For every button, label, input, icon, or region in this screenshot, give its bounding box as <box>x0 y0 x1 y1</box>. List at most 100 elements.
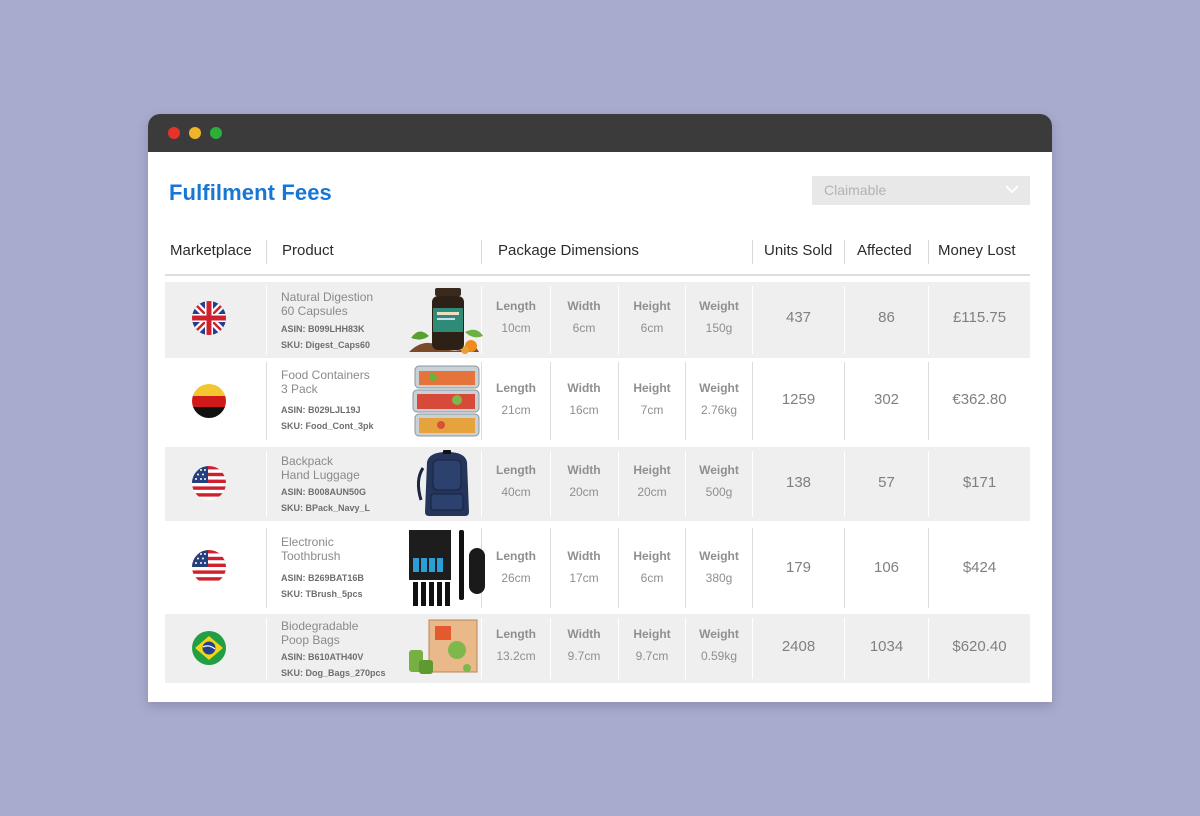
germany-flag-icon <box>192 384 226 418</box>
dimension-value: 13.2cm <box>496 649 536 663</box>
dimension-value: 500g <box>705 485 733 499</box>
dimension-value: 17cm <box>569 571 599 585</box>
dimension-label: Weight <box>699 381 739 395</box>
dimension-value: 16cm <box>569 403 599 417</box>
header-units-sold[interactable]: Units Sold <box>764 238 832 264</box>
product-name-line2: 60 Capsules <box>281 304 348 318</box>
units-sold-value: 2408 <box>781 638 816 655</box>
product-name-line1: Backpack <box>281 454 334 468</box>
dimension-label: Weight <box>699 549 739 563</box>
affected-value: 106 <box>873 559 900 576</box>
units-sold-value: 138 <box>785 474 812 491</box>
table-row[interactable]: Electronic Toothbrush ASIN: B269BAT16B S… <box>165 524 1030 612</box>
dimension-label: Width <box>567 549 601 563</box>
product-asin: ASIN: B610ATH40V <box>281 652 364 662</box>
dimension-width: Width 20cm <box>550 458 618 502</box>
product-sku: SKU: TBrush_5pcs <box>281 589 363 599</box>
table-row[interactable]: Natural Digestion 60 Capsules ASIN: B099… <box>165 282 1030 358</box>
dimension-weight: Weight 2.76kg <box>685 376 753 420</box>
dimension-value: 9.7cm <box>635 649 669 663</box>
dimension-label: Weight <box>699 463 739 477</box>
table-row[interactable]: Food Containers 3 Pack ASIN: B029LJL19J … <box>165 358 1030 444</box>
dimension-label: Width <box>567 627 601 641</box>
dimension-width: Width 16cm <box>550 376 618 420</box>
dimension-label: Length <box>496 299 536 313</box>
dimension-weight: Weight 150g <box>685 294 753 338</box>
dimension-label: Length <box>496 549 536 563</box>
dimension-weight: Weight 500g <box>685 458 753 502</box>
table-row[interactable]: Backpack Hand Luggage ASIN: B008AUN50G S… <box>165 447 1030 521</box>
dimension-value: 380g <box>705 571 733 585</box>
dimension-length: Length 40cm <box>482 458 550 502</box>
header-divider <box>928 240 929 264</box>
dimension-weight: Weight 380g <box>685 544 753 588</box>
dimension-value: 26cm <box>501 571 531 585</box>
close-window-button[interactable] <box>168 127 180 139</box>
product-asin: ASIN: B099LHH83K <box>281 324 365 334</box>
dimension-value: 6cm <box>572 321 596 335</box>
dimension-value: 6cm <box>640 321 664 335</box>
dimension-label: Height <box>633 381 671 395</box>
header-affected[interactable]: Affected <box>857 238 912 264</box>
product-name-line2: Poop Bags <box>281 633 340 647</box>
header-package-dimensions[interactable]: Package Dimensions <box>498 238 639 264</box>
units-sold-value: 437 <box>785 309 812 326</box>
dimension-value: 0.59kg <box>700 649 738 663</box>
header-divider <box>266 240 267 264</box>
product-name-line1: Food Containers <box>281 368 370 382</box>
backpack-image <box>416 450 469 516</box>
column-divider <box>266 362 267 440</box>
dimension-height: Height 7cm <box>618 376 686 420</box>
header-divider <box>844 240 845 264</box>
maximize-window-button[interactable] <box>210 127 222 139</box>
column-divider <box>266 451 267 517</box>
dimension-width: Width 17cm <box>550 544 618 588</box>
header-divider <box>752 240 753 264</box>
supplement-bottle-image <box>409 288 483 354</box>
product-name-line1: Biodegradable <box>281 619 359 633</box>
dimension-height: Height 9.7cm <box>618 622 686 666</box>
dimension-length: Length 26cm <box>482 544 550 588</box>
dimension-value: 2.76kg <box>700 403 738 417</box>
money-lost-value: $171 <box>962 474 997 491</box>
money-lost-value: €362.80 <box>952 391 1007 408</box>
usa-flag-icon <box>192 466 226 500</box>
page-title: Fulfilment Fees <box>169 180 332 205</box>
dimension-label: Height <box>633 463 671 477</box>
dimension-label: Height <box>633 549 671 563</box>
dimension-length: Length 13.2cm <box>482 622 550 666</box>
affected-value: 1034 <box>869 638 904 655</box>
dimension-value: 20cm <box>637 485 667 499</box>
dimension-weight: Weight 0.59kg <box>685 622 753 666</box>
header-money-lost[interactable]: Money Lost <box>938 238 1016 264</box>
table-header: Marketplace Product Package Dimensions U… <box>165 238 1030 276</box>
minimize-window-button[interactable] <box>189 127 201 139</box>
dimension-value: 21cm <box>501 403 531 417</box>
product-name-line2: 3 Pack <box>281 382 318 396</box>
money-lost-value: $620.40 <box>952 638 1007 655</box>
product-name-line2: Toothbrush <box>281 549 341 563</box>
status-filter-value: Claimable <box>824 182 887 198</box>
product-sku: SKU: Food_Cont_3pk <box>281 421 374 431</box>
poop-bags-box-image <box>409 619 478 674</box>
dimension-label: Length <box>496 463 536 477</box>
product-sku: SKU: BPack_Navy_L <box>281 503 371 513</box>
product-asin: ASIN: B269BAT16B <box>281 573 364 583</box>
dimension-label: Length <box>496 381 536 395</box>
dimension-label: Weight <box>699 299 739 313</box>
dimension-value: 20cm <box>569 485 599 499</box>
dimension-label: Height <box>633 627 671 641</box>
dimension-value: 40cm <box>501 485 531 499</box>
usa-flag-icon <box>192 550 226 584</box>
product-asin: ASIN: B029LJL19J <box>281 405 361 415</box>
money-lost-value: $424 <box>962 559 997 576</box>
product-name-line1: Electronic <box>281 535 334 549</box>
header-product[interactable]: Product <box>282 238 334 264</box>
status-filter-dropdown[interactable]: Claimable <box>812 176 1030 205</box>
dimension-label: Width <box>567 463 601 477</box>
column-divider <box>266 618 267 679</box>
affected-value: 57 <box>878 474 895 491</box>
affected-value: 302 <box>873 391 900 408</box>
header-marketplace[interactable]: Marketplace <box>170 238 252 264</box>
table-row[interactable]: Biodegradable Poop Bags ASIN: B610ATH40V… <box>165 614 1030 683</box>
